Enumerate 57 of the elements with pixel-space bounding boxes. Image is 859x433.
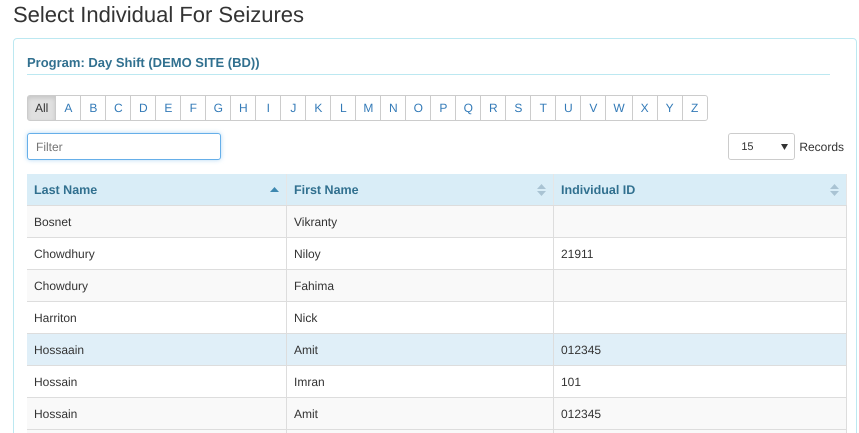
letter-filter-button[interactable]: W [605, 95, 633, 121]
column-header[interactable]: First Name [286, 174, 554, 206]
table-cell: Amit [294, 406, 318, 420]
table-cell: Chowdury [34, 278, 88, 292]
letter-filter-button[interactable]: V [580, 95, 606, 121]
column-header[interactable]: Individual ID [554, 174, 846, 206]
table-cell: 012345 [561, 342, 602, 356]
letter-filter-button[interactable]: J [280, 95, 306, 121]
table-cell: Vikranty [294, 214, 338, 228]
sort-icon [537, 184, 546, 196]
letter-filter-button[interactable]: E [155, 95, 182, 121]
letter-filter-button[interactable]: P [430, 95, 456, 121]
records-dropdown[interactable]: 15 [728, 133, 796, 160]
table-cell: 21911 [561, 246, 594, 260]
table-cell: Bosnet [34, 214, 72, 228]
letter-filter-button[interactable]: X [632, 95, 658, 121]
letter-filter-button[interactable]: H [230, 95, 256, 121]
letter-filter-button[interactable]: T [530, 95, 556, 121]
table-cell: Nick [294, 310, 318, 324]
letter-filter-button[interactable]: I [255, 95, 282, 121]
sort-ascending-icon [270, 187, 279, 192]
letter-filter-button[interactable]: All [27, 95, 56, 121]
letter-filter-button[interactable]: M [355, 95, 382, 121]
table-cell: Fahima [294, 278, 334, 292]
table-cell: Hossain [34, 406, 78, 420]
letter-filter-button[interactable]: F [180, 95, 206, 121]
table-cell: Hossain [34, 374, 78, 388]
table-cell: Hossaain [34, 342, 84, 356]
letter-filter-button[interactable]: L [330, 95, 356, 121]
letter-filter-button[interactable]: N [380, 95, 406, 121]
letter-filter-button[interactable]: O [405, 95, 432, 121]
table-cell: Niloy [294, 246, 321, 260]
table-cell: Harriton [34, 310, 77, 324]
table-cell: 012345 [561, 406, 602, 420]
letter-filter-button[interactable]: D [130, 95, 156, 121]
table-cell: Amit [294, 342, 318, 356]
letter-filter-button[interactable]: G [205, 95, 232, 121]
records-label: Records [799, 140, 844, 154]
filter-field[interactable]: Filter [27, 133, 221, 160]
letter-filter-button[interactable]: Y [656, 95, 683, 121]
page-title: Select Individual For Seizures [13, 1, 306, 29]
dropdown-caret-icon [781, 144, 788, 150]
sort-icon [830, 184, 839, 196]
letter-filter-button[interactable]: U [555, 95, 582, 121]
letter-filter-button[interactable]: C [105, 95, 132, 121]
letter-filter-button[interactable]: Q [455, 95, 482, 121]
table-cell: Chowdhury [34, 246, 95, 260]
column-header[interactable]: Last Name [27, 174, 286, 206]
table-cell: 101 [561, 374, 582, 388]
letter-filter-button[interactable]: K [305, 95, 332, 121]
letter-filter-button[interactable]: A [55, 95, 82, 121]
letter-filter-button[interactable]: R [480, 95, 506, 121]
table-cell: Imran [294, 374, 325, 388]
letter-filter-button[interactable]: S [505, 95, 532, 121]
letter-filter-button[interactable]: Z [682, 95, 708, 121]
program-heading: Program: Day Shift (DEMO SITE (BD)) [27, 53, 830, 75]
letter-filter-button[interactable]: B [80, 95, 106, 121]
